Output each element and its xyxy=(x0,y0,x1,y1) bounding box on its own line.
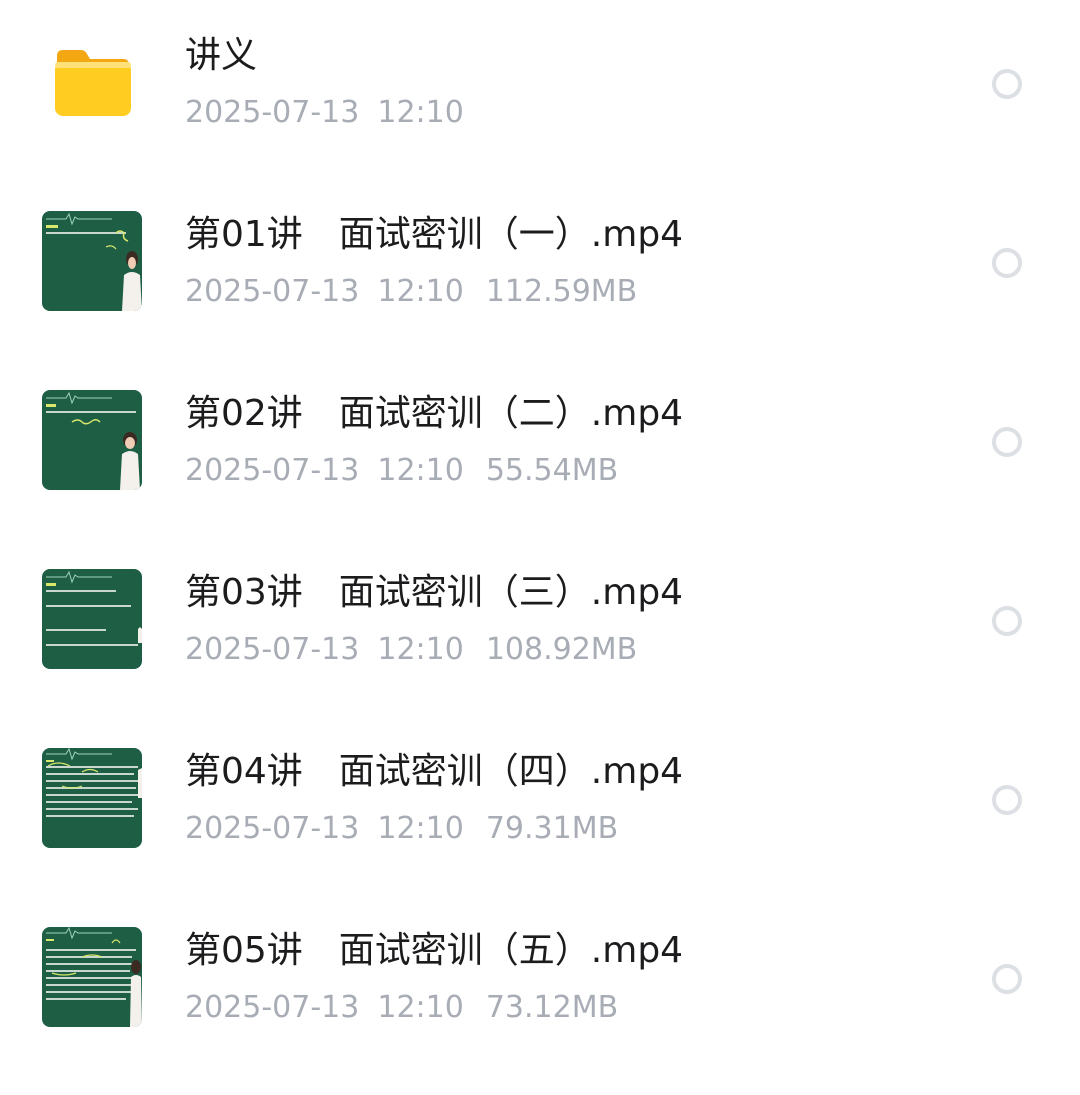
file-name: 第02讲 面试密训（二）.mp4 xyxy=(185,393,684,434)
select-radio[interactable] xyxy=(992,69,1022,99)
file-time: 12:10 xyxy=(377,811,464,846)
file-meta: 2025-07-13 12:10 xyxy=(185,94,486,132)
file-time: 12:10 xyxy=(377,453,464,488)
select-radio[interactable] xyxy=(992,427,1022,457)
file-meta: 2025-07-13 12:10 79.31MB xyxy=(185,810,618,848)
file-meta: 2025-07-13 12:10 73.12MB xyxy=(185,989,618,1027)
file-size: 73.12MB xyxy=(485,990,619,1025)
file-size: 112.59MB xyxy=(485,274,638,309)
file-name: 第01讲 面试密训（一）.mp4 xyxy=(185,214,684,255)
file-name: 第03讲 面试密训（三）.mp4 xyxy=(185,572,684,613)
select-radio[interactable] xyxy=(992,248,1022,278)
file-meta: 2025-07-13 12:10 55.54MB xyxy=(185,452,618,490)
file-size: 55.54MB xyxy=(485,453,619,488)
file-date: 2025-07-13 xyxy=(185,632,360,667)
select-radio[interactable] xyxy=(992,964,1022,994)
file-meta: 2025-07-13 12:10 108.92MB xyxy=(185,631,637,669)
file-name: 讲义 xyxy=(185,35,258,76)
list-item-folder[interactable]: 讲义 2025-07-13 12:10 xyxy=(0,0,1080,179)
video-thumbnail xyxy=(42,927,142,1027)
file-list: 讲义 2025-07-13 12:10 第01讲 面试密训（一）.mp4 2025… xyxy=(0,0,1080,1095)
list-item-video[interactable]: 第04讲 面试密训（四）.mp4 2025-07-13 12:10 79.31MB xyxy=(0,716,1080,895)
file-time: 12:10 xyxy=(377,95,464,130)
video-thumbnail xyxy=(42,748,142,848)
file-time: 12:10 xyxy=(377,632,464,667)
video-thumbnail xyxy=(42,390,142,490)
file-size: 108.92MB xyxy=(485,632,638,667)
list-item-video[interactable]: 第02讲 面试密训（二）.mp4 2025-07-13 12:10 55.54MB xyxy=(0,358,1080,537)
file-date: 2025-07-13 xyxy=(185,811,360,846)
file-size: 79.31MB xyxy=(485,811,619,846)
file-name: 第05讲 面试密训（五）.mp4 xyxy=(185,930,684,971)
file-time: 12:10 xyxy=(377,990,464,1025)
file-name: 第04讲 面试密训（四）.mp4 xyxy=(185,751,684,792)
video-thumbnail xyxy=(42,211,142,311)
file-date: 2025-07-13 xyxy=(185,453,360,488)
select-radio[interactable] xyxy=(992,606,1022,636)
file-date: 2025-07-13 xyxy=(185,95,360,130)
folder-icon xyxy=(53,48,131,116)
file-date: 2025-07-13 xyxy=(185,990,360,1025)
list-item-video[interactable]: 第01讲 面试密训（一）.mp4 2025-07-13 12:10 112.59MB xyxy=(0,179,1080,358)
file-date: 2025-07-13 xyxy=(185,274,360,309)
file-time: 12:10 xyxy=(377,274,464,309)
list-item-video[interactable]: 第03讲 面试密训（三）.mp4 2025-07-13 12:10 108.92MB xyxy=(0,537,1080,716)
file-meta: 2025-07-13 12:10 112.59MB xyxy=(185,273,637,311)
video-thumbnail xyxy=(42,569,142,669)
list-item-video[interactable]: 第05讲 面试密训（五）.mp4 2025-07-13 12:10 73.12MB xyxy=(0,895,1080,1074)
select-radio[interactable] xyxy=(992,785,1022,815)
